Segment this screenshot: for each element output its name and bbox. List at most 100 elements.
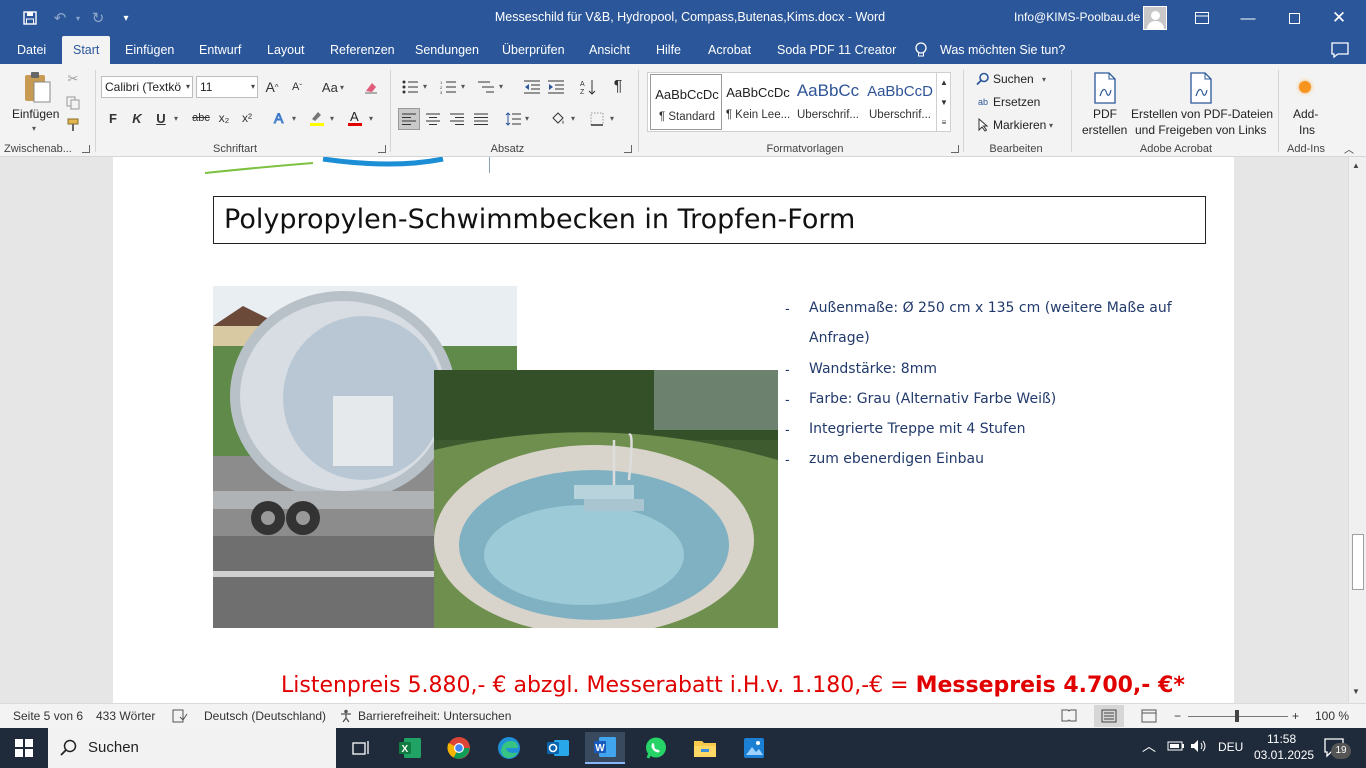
user-name[interactable]: Info@KIMS-Poolbau.de <box>1014 10 1140 24</box>
borders-icon[interactable] <box>587 109 607 129</box>
tab-einfuegen[interactable]: Einfügen <box>125 36 174 64</box>
bullets-icon[interactable] <box>400 77 420 97</box>
clear-formatting-icon[interactable] <box>362 77 380 97</box>
styles-launcher-icon[interactable] <box>951 145 959 153</box>
font-launcher-icon[interactable] <box>378 145 386 153</box>
highlight-icon[interactable] <box>306 108 328 128</box>
clock-date[interactable]: 03.01.2025 <box>1254 748 1314 762</box>
font-color-icon[interactable]: A <box>344 108 366 128</box>
language-status[interactable]: Deutsch (Deutschland) <box>204 709 326 723</box>
font-size-combo[interactable]: 11 ▾ <box>196 76 258 98</box>
zoom-level[interactable]: 100 % <box>1315 709 1349 723</box>
addins-icon[interactable] <box>1299 81 1311 93</box>
read-mode-icon[interactable] <box>1061 709 1077 725</box>
paste-dropdown-icon[interactable]: ▾ <box>32 124 36 133</box>
style-kein-leerraum[interactable]: AaBbCcDc ¶ Kein Lee... <box>722 73 794 131</box>
battery-icon[interactable] <box>1167 740 1185 755</box>
pdf-create-icon[interactable] <box>1092 72 1118 104</box>
zoom-in-button[interactable]: + <box>1292 709 1299 723</box>
styles-more-icon[interactable]: ≡ <box>936 112 951 132</box>
scrollbar-thumb[interactable] <box>1352 534 1364 590</box>
shading-icon[interactable] <box>548 109 568 129</box>
volume-icon[interactable] <box>1190 739 1208 756</box>
tab-referenzen[interactable]: Referenzen <box>330 36 395 64</box>
print-layout-icon[interactable] <box>1094 705 1124 727</box>
file-explorer-icon[interactable] <box>685 732 725 764</box>
replace-button[interactable]: Ersetzen <box>993 95 1040 109</box>
highlight-dropdown-icon[interactable]: ▾ <box>330 114 334 123</box>
word-icon[interactable]: W <box>585 732 625 764</box>
shading-dropdown-icon[interactable]: ▾ <box>571 114 575 123</box>
tab-entwurf[interactable]: Entwurf <box>199 36 241 64</box>
cut-icon[interactable]: ✂ <box>64 70 82 88</box>
tab-layout[interactable]: Layout <box>267 36 305 64</box>
sort-icon[interactable]: AZ <box>578 77 598 97</box>
input-language[interactable]: DEU <box>1218 740 1243 754</box>
taskbar-search[interactable]: Suchen <box>48 728 336 768</box>
tab-soda-pdf[interactable]: Soda PDF 11 Creator <box>777 36 896 64</box>
format-painter-icon[interactable] <box>64 116 82 134</box>
pdf-create-label-2[interactable]: erstellen <box>1082 123 1127 137</box>
increase-indent-icon[interactable] <box>546 77 566 97</box>
font-name-combo[interactable]: Calibri (Textkö ▾ <box>101 76 193 98</box>
align-right-button[interactable] <box>447 109 467 129</box>
style-standard[interactable]: AaBbCcDc ¶ Standard <box>650 74 722 130</box>
redo-icon[interactable]: ↻ <box>88 8 108 28</box>
tab-hilfe[interactable]: Hilfe <box>656 36 681 64</box>
tab-acrobat[interactable]: Acrobat <box>708 36 751 64</box>
borders-dropdown-icon[interactable]: ▾ <box>610 114 614 123</box>
bullets-dropdown-icon[interactable]: ▾ <box>423 82 427 91</box>
scroll-up-icon[interactable]: ▲ <box>1352 161 1360 170</box>
tab-sendungen[interactable]: Sendungen <box>415 36 479 64</box>
decrease-indent-icon[interactable] <box>522 77 542 97</box>
addins-label-2[interactable]: Ins <box>1299 123 1315 137</box>
collapse-ribbon-icon[interactable]: ︿ <box>1342 142 1356 156</box>
maximize-button[interactable] <box>1271 0 1317 36</box>
style-ueberschrift-2[interactable]: AaBbCcD Überschrif... <box>864 73 936 131</box>
paragraph-launcher-icon[interactable] <box>624 145 632 153</box>
vertical-scrollbar[interactable]: ▲ ▼ <box>1348 157 1366 703</box>
copy-icon[interactable] <box>64 94 82 112</box>
zoom-out-button[interactable]: − <box>1174 709 1181 723</box>
clock-time[interactable]: 11:58 <box>1267 732 1296 746</box>
underline-dropdown-icon[interactable]: ▾ <box>174 114 178 123</box>
zoom-slider-handle[interactable] <box>1235 710 1239 722</box>
show-formatting-icon[interactable]: ¶ <box>608 77 628 97</box>
scroll-down-icon[interactable]: ▼ <box>1352 687 1360 696</box>
proofing-icon[interactable] <box>172 709 188 726</box>
search-icon[interactable] <box>975 71 991 87</box>
numbering-dropdown-icon[interactable]: ▾ <box>461 82 465 91</box>
styles-scroll-down-icon[interactable]: ▼ <box>936 92 951 112</box>
select-cursor-icon[interactable] <box>975 117 991 133</box>
tab-datei[interactable]: Datei <box>17 36 46 64</box>
strikethrough-button[interactable]: abc <box>190 108 212 128</box>
tab-ueberpruefen[interactable]: Überprüfen <box>502 36 565 64</box>
select-button[interactable]: Markieren <box>993 118 1046 132</box>
bold-button[interactable]: F <box>104 108 122 128</box>
customize-qat-icon[interactable]: ▾ <box>116 8 136 28</box>
notification-badge[interactable]: 19 <box>1331 743 1351 759</box>
replace-icon[interactable]: ab <box>974 94 992 110</box>
superscript-button[interactable]: x² <box>238 108 256 128</box>
photos-app-icon[interactable] <box>734 732 774 764</box>
find-button[interactable]: Suchen <box>993 72 1034 86</box>
accessibility-icon[interactable] <box>339 709 355 726</box>
multilevel-dropdown-icon[interactable]: ▾ <box>499 82 503 91</box>
tell-me-input[interactable]: Was möchten Sie tun? <box>940 36 1065 64</box>
line-spacing-icon[interactable] <box>503 109 523 129</box>
undo-icon[interactable]: ↶ <box>50 8 70 28</box>
pdf-share-icon[interactable] <box>1188 72 1214 104</box>
tab-ansicht[interactable]: Ansicht <box>589 36 630 64</box>
text-effects-dropdown-icon[interactable]: ▾ <box>292 114 296 123</box>
close-button[interactable]: ✕ <box>1316 0 1362 36</box>
minimize-button[interactable]: — <box>1225 0 1271 36</box>
comment-icon[interactable] <box>1330 41 1350 59</box>
grow-font-icon[interactable]: A ^ <box>263 77 281 97</box>
ribbon-display-icon[interactable] <box>1179 0 1225 36</box>
photo-installed-pool[interactable] <box>434 370 778 628</box>
pdf-share-label-1[interactable]: Erstellen von PDF-Dateien <box>1131 107 1273 121</box>
shrink-font-icon[interactable]: Aˇ <box>288 77 306 97</box>
justify-button[interactable] <box>471 109 491 129</box>
save-icon[interactable] <box>20 8 40 28</box>
task-view-icon[interactable] <box>341 732 381 764</box>
